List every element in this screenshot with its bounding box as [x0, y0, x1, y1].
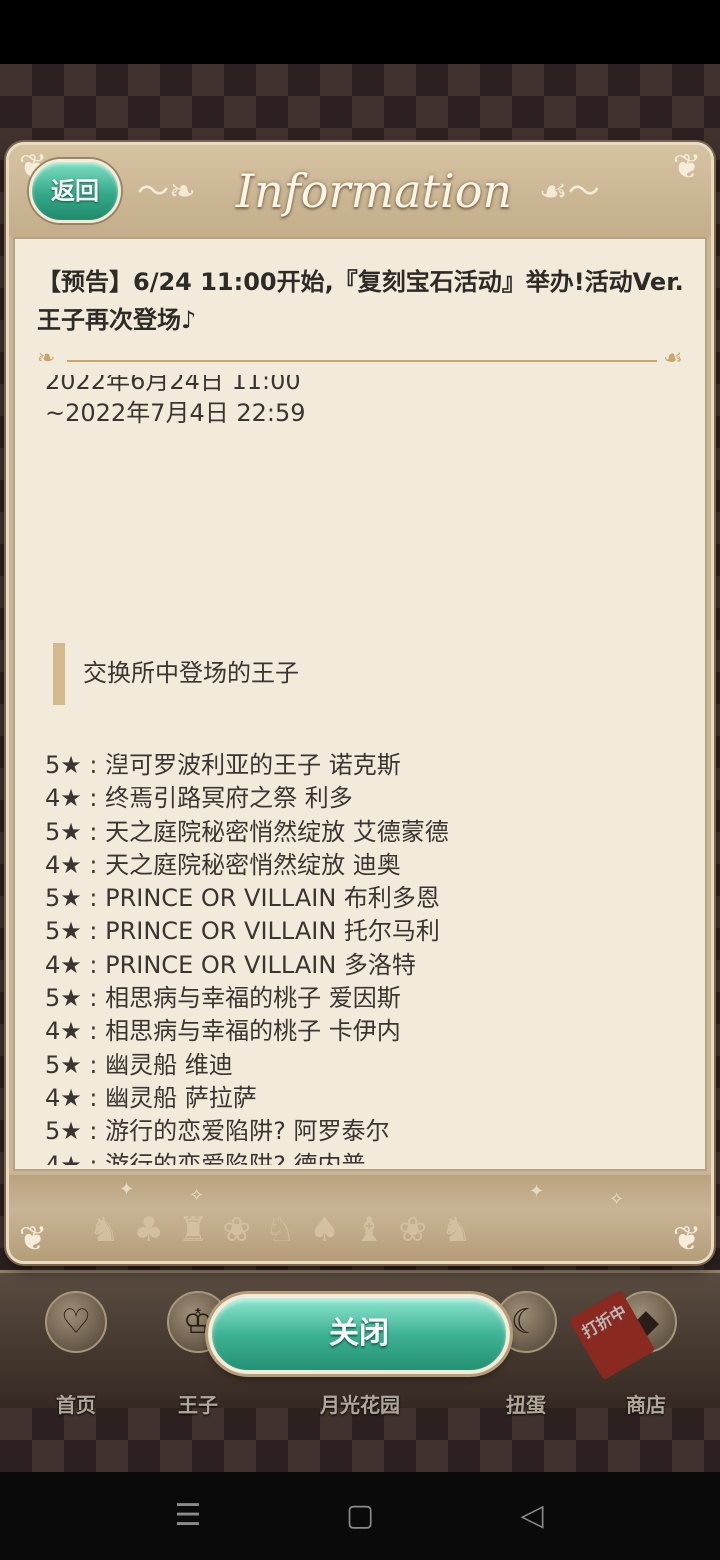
- sparkle-icon: ✦: [119, 1179, 135, 1200]
- list-item: 5★ : 幽灵船 维迪: [45, 1050, 233, 1079]
- flourish-left-icon: 〜❧: [137, 172, 196, 210]
- corner-swirl-icon: ❦: [672, 1219, 702, 1259]
- ornamental-divider: ❧ ☙: [37, 347, 687, 371]
- list-item: 5★ : PRINCE OR VILLAIN 布利多恩: [45, 884, 440, 913]
- dialog-title: Information: [235, 164, 513, 218]
- list-item: 4★ : PRINCE OR VILLAIN 多洛特: [45, 950, 416, 979]
- section-heading: 交换所中登场的王子: [53, 643, 453, 705]
- divider-swirl-icon: ❧: [37, 346, 56, 371]
- notice-headline: 【预告】6/24 11:00开始,『复刻宝石活动』举办!活动Ver.王子再次登场…: [37, 268, 684, 334]
- recent-apps-icon[interactable]: ☰: [158, 1498, 218, 1534]
- divider-swirl-icon: ☙: [663, 346, 683, 371]
- list-item: 5★ : PRINCE OR VILLAIN 托尔马利: [45, 917, 440, 946]
- list-item: 5★ : 游行的恋爱陷阱? 阿罗泰尔: [45, 1117, 390, 1146]
- sparkle-icon: ✧: [189, 1185, 205, 1206]
- section-heading-text: 交换所中登场的王子: [83, 659, 299, 687]
- dialog-header: ❦ ❦ 返回 〜❧ Information ☙〜: [9, 145, 711, 237]
- flourish-right-icon: ☙〜: [539, 172, 600, 210]
- sparkle-icon: ✦: [529, 1181, 545, 1202]
- list-item: 4★ : 终焉引路冥府之祭 利多: [45, 784, 353, 813]
- list-item: 5★ : 相思病与幸福的桃子 爱因斯: [45, 984, 401, 1013]
- event-end-date: ~2022年7月4日 22:59: [45, 399, 306, 427]
- list-item: 4★ : 幽灵船 萨拉萨: [45, 1083, 257, 1112]
- list-item: 5★ : 天之庭院秘密悄然绽放 艾德蒙德: [45, 817, 449, 846]
- information-dialog: ❦ ❦ 返回 〜❧ Information ☙〜 【预告】6/24 11:00开…: [6, 142, 714, 1264]
- notice-panel: 【预告】6/24 11:00开始,『复刻宝石活动』举办!活动Ver.王子再次登场…: [13, 237, 707, 1171]
- corner-swirl-icon: ❦: [18, 1219, 48, 1259]
- close-button[interactable]: 关闭: [208, 1294, 510, 1374]
- list-item: 4★ : 天之庭院秘密悄然绽放 迪奥: [45, 850, 401, 879]
- back-button[interactable]: 返回: [29, 159, 121, 223]
- status-bar: [0, 0, 720, 64]
- corner-swirl-icon: ❦: [672, 147, 702, 187]
- character-silhouettes: ♞♣♜❀♘♠♝❀♞: [89, 1210, 486, 1250]
- list-item: 4★ : 相思病与幸福的桃子 卡伊内: [45, 1017, 401, 1046]
- prince-list: 5★ : 湼可罗波利亚的王子 诺克斯 4★ : 终焉引路冥府之祭 利多 5★ :…: [45, 749, 685, 1165]
- home-icon[interactable]: ▢: [330, 1498, 390, 1534]
- event-start-date: 2022年6月24日 11:00: [45, 375, 301, 395]
- list-item: 5★ : 湼可罗波利亚的王子 诺克斯: [45, 751, 401, 779]
- notice-scroll-area[interactable]: 2022年6月24日 11:00 ~2022年7月4日 22:59 交换所中登场…: [15, 375, 705, 1165]
- list-item: 4★ : 游行的恋爱陷阱? 德内普: [45, 1150, 366, 1165]
- system-navigation-bar: ☰ ▢ ◁: [0, 1472, 720, 1560]
- back-icon[interactable]: ◁: [502, 1498, 562, 1534]
- dialog-footer: ✦ ✧ ✦ ✧ ♞♣♜❀♘♠♝❀♞ ❦ ❦: [9, 1175, 711, 1261]
